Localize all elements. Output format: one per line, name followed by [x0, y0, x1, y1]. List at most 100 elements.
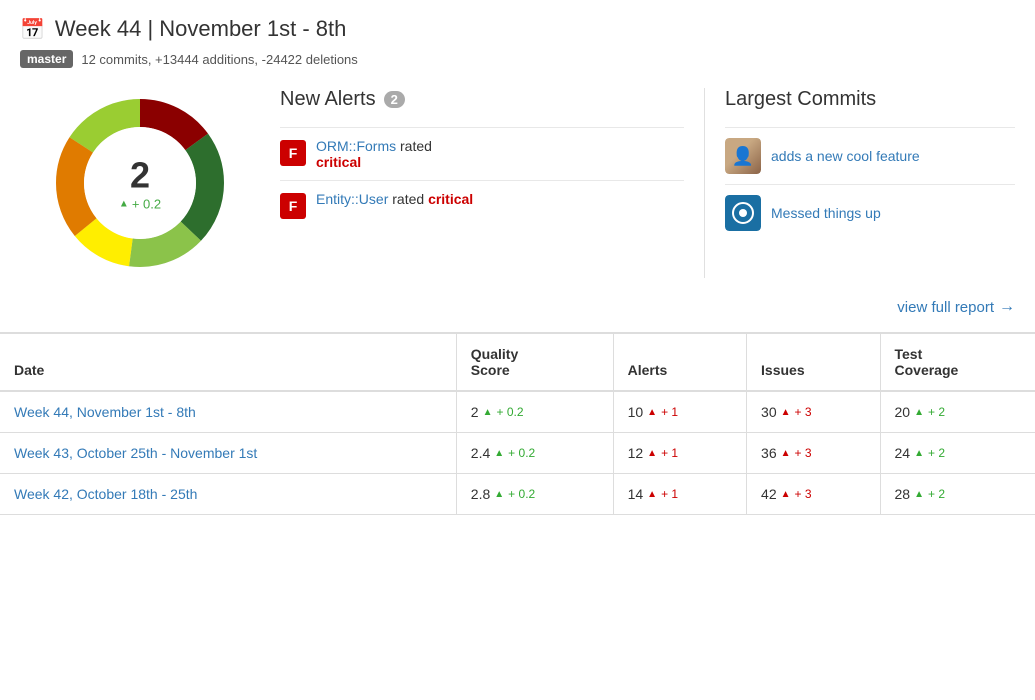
issues-delta-0: + 3	[795, 405, 812, 419]
issues-value-1: 36	[761, 445, 777, 461]
alerts-arrow-0: ▲	[647, 407, 657, 418]
coverage-arrow-1: ▲	[914, 448, 924, 459]
coverage-delta-0: + 2	[928, 405, 945, 419]
arrow-right-icon: →	[999, 298, 1015, 316]
score-delta-1: + 0.2	[508, 446, 535, 460]
week-title: Week 44 | November 1st - 8th	[55, 16, 346, 42]
branch-badge: master	[20, 50, 73, 68]
issues-delta-1: + 3	[795, 446, 812, 460]
donut-delta: ▲ + 0.2	[119, 197, 161, 212]
commits-panel: Largest Commits 👤 adds a new cool featur…	[705, 88, 1015, 278]
cell-coverage-2: 28 ▲ + 2	[880, 474, 1035, 515]
alerts-panel: New Alerts 2 F ORM::Forms rated critical…	[260, 88, 705, 278]
col-date: Date	[0, 334, 456, 391]
alert-link-1[interactable]: ORM::Forms	[316, 138, 396, 154]
page-title: 📅 Week 44 | November 1st - 8th	[20, 16, 1015, 42]
donut-score: 2	[119, 155, 161, 197]
cell-date-2: Week 42, October 18th - 25th	[0, 474, 456, 515]
date-link-2[interactable]: Week 42, October 18th - 25th	[14, 486, 197, 502]
issues-arrow-1: ▲	[781, 448, 791, 459]
commit-link-1[interactable]: adds a new cool feature	[771, 148, 920, 164]
coverage-arrow-0: ▲	[914, 407, 924, 418]
alert-grade-1: F	[280, 140, 306, 166]
alert-severity-2: critical	[428, 191, 473, 207]
donut-wrapper: 2 ▲ + 0.2	[45, 88, 235, 278]
meta-row: master 12 commits, +13444 additions, -24…	[20, 50, 1015, 68]
cell-issues-1: 36 ▲ + 3	[747, 433, 880, 474]
issues-value-0: 30	[761, 404, 777, 420]
cell-score-2: 2.8 ▲ + 0.2	[456, 474, 613, 515]
cell-date-0: Week 44, November 1st - 8th	[0, 391, 456, 433]
delta-value: + 0.2	[132, 197, 161, 212]
issues-arrow-2: ▲	[781, 489, 791, 500]
alerts-value-2: 14	[628, 486, 644, 502]
score-value-1: 2.4	[471, 445, 490, 461]
coverage-value-1: 24	[895, 445, 911, 461]
table-header-row: Date QualityScore Alerts Issues TestCove…	[0, 334, 1035, 391]
cell-coverage-0: 20 ▲ + 2	[880, 391, 1035, 433]
col-quality-score: QualityScore	[456, 334, 613, 391]
delta-arrow: ▲	[119, 199, 129, 210]
alert-count-badge: 2	[384, 91, 405, 108]
alerts-delta-2: + 1	[661, 487, 678, 501]
view-full-report-link[interactable]: view full report →	[897, 298, 1015, 316]
date-link-1[interactable]: Week 43, October 25th - November 1st	[14, 445, 257, 461]
issues-value-2: 42	[761, 486, 777, 502]
avatar-icon-2	[725, 195, 761, 231]
col-test-coverage: TestCoverage	[880, 334, 1035, 391]
table-row: Week 42, October 18th - 25th 2.8 ▲ + 0.2…	[0, 474, 1035, 515]
issues-delta-2: + 3	[795, 487, 812, 501]
alerts-value-1: 12	[628, 445, 644, 461]
score-delta-0: + 0.2	[497, 405, 524, 419]
commit-avatar-1: 👤	[725, 138, 761, 174]
view-report-row: view full report →	[0, 298, 1035, 332]
cell-alerts-1: 12 ▲ + 1	[613, 433, 746, 474]
header-section: 📅 Week 44 | November 1st - 8th master 12…	[0, 0, 1035, 78]
cell-coverage-1: 24 ▲ + 2	[880, 433, 1035, 474]
cell-alerts-0: 10 ▲ + 1	[613, 391, 746, 433]
coverage-arrow-2: ▲	[914, 489, 924, 500]
donut-center: 2 ▲ + 0.2	[119, 155, 161, 212]
cell-issues-2: 42 ▲ + 3	[747, 474, 880, 515]
alerts-delta-0: + 1	[661, 405, 678, 419]
commit-link-2[interactable]: Messed things up	[771, 205, 881, 221]
score-value-0: 2	[471, 404, 479, 420]
date-link-0[interactable]: Week 44, November 1st - 8th	[14, 404, 196, 420]
view-report-text: view full report	[897, 299, 994, 316]
score-value-2: 2.8	[471, 486, 490, 502]
coverage-value-2: 28	[895, 486, 911, 502]
commit-item-2: Messed things up	[725, 184, 1015, 241]
commit-item-1: 👤 adds a new cool feature	[725, 127, 1015, 184]
commit-meta: 12 commits, +13444 additions, -24422 del…	[81, 52, 357, 67]
coverage-value-0: 20	[895, 404, 911, 420]
alerts-title: New Alerts	[280, 88, 376, 111]
score-delta-2: + 0.2	[508, 487, 535, 501]
score-arrow-0: ▲	[483, 407, 493, 418]
cell-score-1: 2.4 ▲ + 0.2	[456, 433, 613, 474]
alert-item-2: F Entity::User rated critical	[280, 180, 684, 229]
issues-arrow-0: ▲	[781, 407, 791, 418]
cell-date-1: Week 43, October 25th - November 1st	[0, 433, 456, 474]
alert-link-2[interactable]: Entity::User	[316, 191, 388, 207]
cell-alerts-2: 14 ▲ + 1	[613, 474, 746, 515]
alerts-arrow-1: ▲	[647, 448, 657, 459]
alert-severity-1: critical	[316, 154, 361, 170]
alerts-delta-1: + 1	[661, 446, 678, 460]
coverage-delta-1: + 2	[928, 446, 945, 460]
alerts-value-0: 10	[628, 404, 644, 420]
alert-text-1: ORM::Forms rated critical	[316, 138, 432, 170]
commit-avatar-2	[725, 195, 761, 231]
top-panels: 2 ▲ + 0.2 New Alerts 2 F ORM::Forms rate…	[0, 78, 1035, 298]
alert-text-2: Entity::User rated critical	[316, 191, 473, 207]
score-arrow-2: ▲	[494, 489, 504, 500]
table-row: Week 43, October 25th - November 1st 2.4…	[0, 433, 1035, 474]
alerts-arrow-2: ▲	[647, 489, 657, 500]
alert-item-1: F ORM::Forms rated critical	[280, 127, 684, 180]
data-table: Date QualityScore Alerts Issues TestCove…	[0, 334, 1035, 515]
table-row: Week 44, November 1st - 8th 2 ▲ + 0.2 10…	[0, 391, 1035, 433]
donut-container: 2 ▲ + 0.2	[20, 88, 260, 278]
col-issues: Issues	[747, 334, 880, 391]
col-alerts: Alerts	[613, 334, 746, 391]
score-arrow-1: ▲	[494, 448, 504, 459]
cell-issues-0: 30 ▲ + 3	[747, 391, 880, 433]
